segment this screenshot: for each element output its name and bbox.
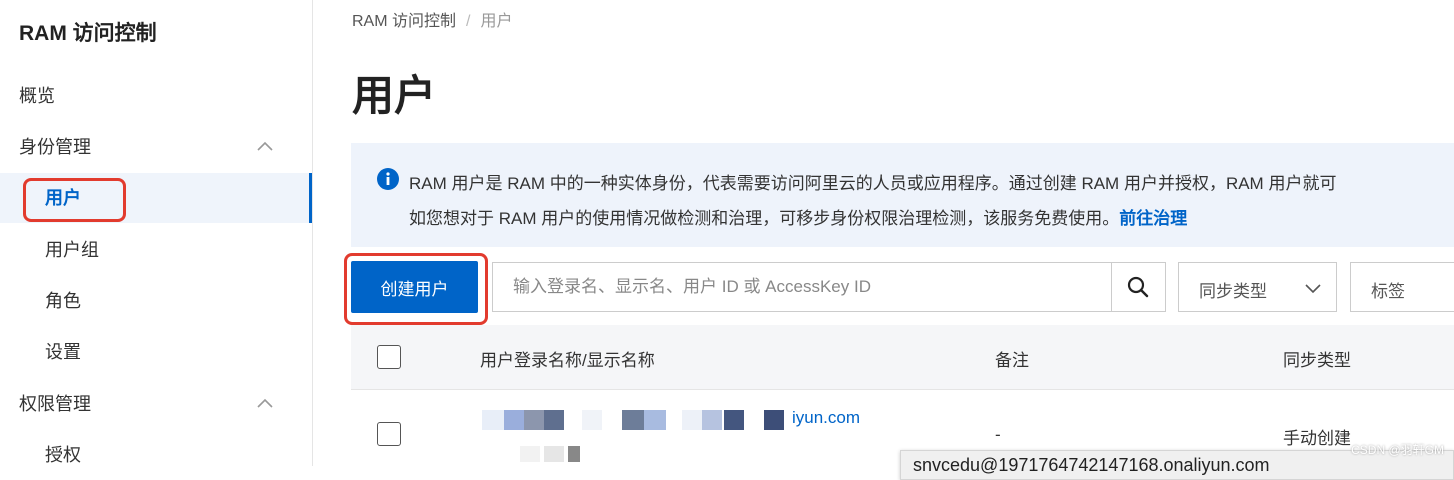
- sidebar-item-label: 用户组: [45, 240, 99, 260]
- watermark: CSDN @羽轩GM: [1351, 443, 1444, 457]
- sidebar-item-label: 概览: [19, 86, 55, 106]
- breadcrumb-current: 用户: [480, 13, 513, 30]
- column-header-login-name[interactable]: 用户登录名称/显示名称: [480, 346, 655, 371]
- sidebar-item-users[interactable]: 用户: [0, 173, 312, 223]
- chevron-up-icon: [257, 398, 273, 408]
- chevron-up-icon: [257, 141, 273, 151]
- notice-text-line2: 如您想对于 RAM 用户的使用情况做检测和治理，可移步身份权限治理检测，该服务免…: [409, 204, 1187, 229]
- sidebar-item-label: 用户: [45, 188, 81, 208]
- breadcrumb-separator: /: [466, 13, 471, 30]
- sidebar-group-permissions[interactable]: 权限管理: [0, 379, 312, 429]
- sidebar-item-overview[interactable]: 概览: [0, 71, 312, 121]
- sidebar-item-grants[interactable]: 授权: [0, 430, 312, 480]
- sidebar-item-label: 权限管理: [19, 394, 91, 414]
- row-checkbox[interactable]: [377, 422, 401, 446]
- governance-link[interactable]: 前往治理: [1119, 209, 1187, 228]
- table-header: 用户登录名称/显示名称 备注 同步类型: [351, 325, 1454, 390]
- sidebar-item-label: 身份管理: [19, 137, 91, 157]
- sync-type-select[interactable]: 同步类型: [1178, 262, 1337, 312]
- sidebar-item-label: 授权: [45, 445, 81, 465]
- sidebar: RAM 访问控制 概览 身份管理 用户 用户组 角色 设置 权限管理 授权: [0, 0, 313, 466]
- redacted-username: [482, 410, 792, 430]
- sync-type-select-value: 同步类型: [1199, 282, 1267, 301]
- tag-select[interactable]: 标签: [1350, 262, 1454, 312]
- info-icon: [377, 168, 399, 190]
- page-title: 用户: [352, 72, 437, 119]
- column-header-note[interactable]: 备注: [995, 346, 1029, 371]
- sidebar-item-settings[interactable]: 设置: [0, 327, 312, 377]
- chevron-down-icon: [1305, 284, 1321, 294]
- column-header-sync-type[interactable]: 同步类型: [1283, 346, 1351, 371]
- select-all-checkbox[interactable]: [377, 345, 401, 369]
- sidebar-group-identity[interactable]: 身份管理: [0, 122, 312, 172]
- breadcrumb: RAM 访问控制 / 用户: [352, 7, 512, 31]
- create-user-button[interactable]: 创建用户: [351, 261, 478, 313]
- row-sync-type: 手动创建: [1283, 429, 1351, 448]
- sidebar-item-roles[interactable]: 角色: [0, 276, 312, 326]
- row-note: -: [995, 425, 1001, 444]
- breadcrumb-root[interactable]: RAM 访问控制: [352, 13, 456, 30]
- notice-text: 如您想对于 RAM 用户的使用情况做检测和治理，可移步身份权限治理检测，该服务免…: [409, 209, 1120, 228]
- info-notice: RAM 用户是 RAM 中的一种实体身份，代表需要访问阿里云的人员或应用程序。通…: [351, 143, 1454, 247]
- search-button[interactable]: [1111, 263, 1165, 311]
- user-login-name-link[interactable]: iyun.com: [792, 408, 860, 428]
- notice-text-line1: RAM 用户是 RAM 中的一种实体身份，代表需要访问阿里云的人员或应用程序。通…: [409, 174, 1337, 193]
- search-box: [492, 262, 1166, 312]
- sidebar-item-user-groups[interactable]: 用户组: [0, 225, 312, 275]
- redacted-display-name: [520, 446, 600, 462]
- sidebar-item-label: 设置: [45, 342, 81, 362]
- search-input[interactable]: [493, 263, 1113, 311]
- tag-select-value: 标签: [1371, 282, 1405, 301]
- sidebar-item-label: 角色: [45, 291, 81, 311]
- search-icon: [1127, 276, 1149, 298]
- app-title: RAM 访问控制: [19, 22, 157, 45]
